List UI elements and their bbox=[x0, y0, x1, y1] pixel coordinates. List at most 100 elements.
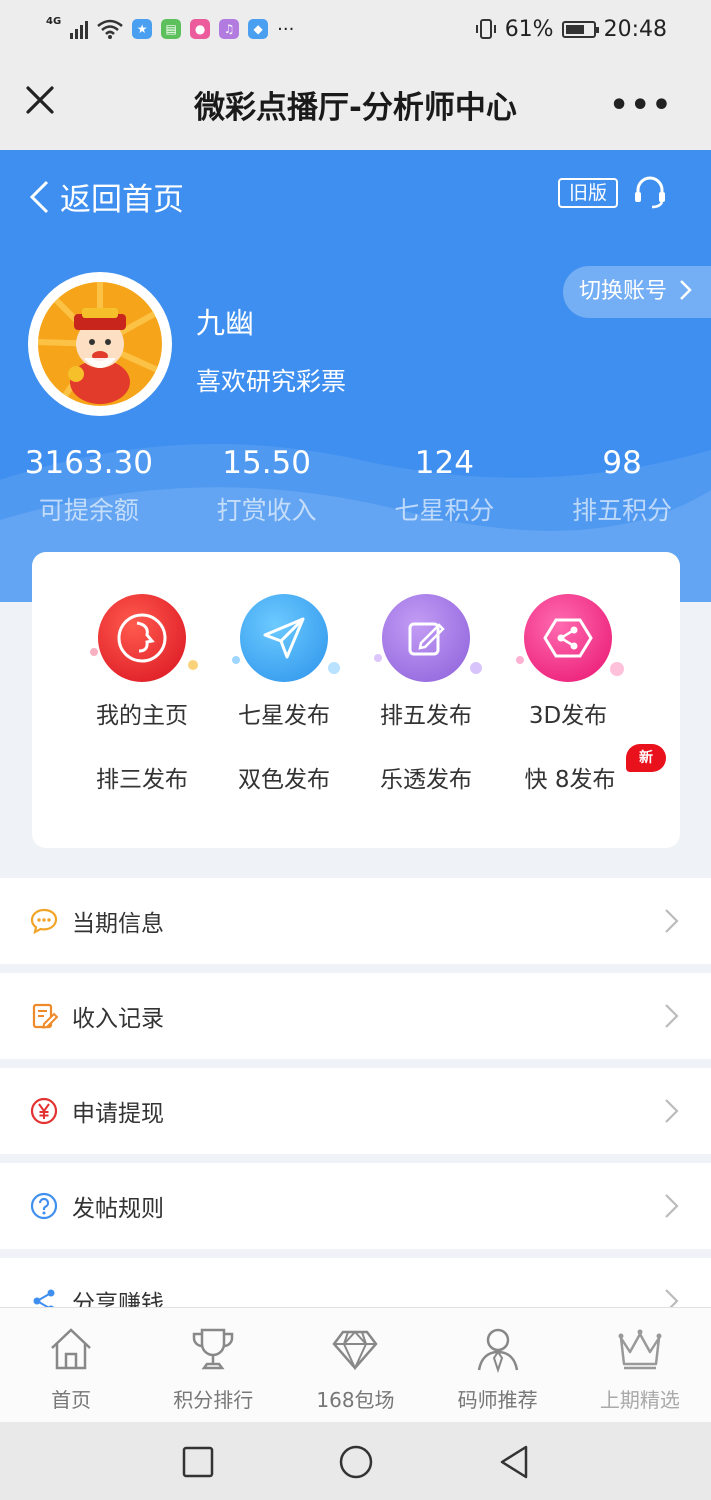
home-icon bbox=[51, 1328, 91, 1370]
tab-label: 168包场 bbox=[316, 1388, 395, 1412]
tab-168-package[interactable]: 168包场 bbox=[284, 1308, 426, 1422]
menu-label: 当期信息 bbox=[72, 911, 164, 937]
menu-label: 发帖规则 bbox=[72, 1196, 164, 1222]
network-type: 4G bbox=[46, 16, 62, 27]
3d-publish-button[interactable]: 3D发布 bbox=[498, 594, 638, 730]
status-bar: 4G ★ ▤ ● ♫ ◆ ··· 61% 20:48 bbox=[0, 0, 711, 58]
app-notification-icon: ● bbox=[190, 19, 211, 39]
person-icon bbox=[477, 1328, 518, 1374]
title-bar: 微彩点播厅-分析师中心 ••• bbox=[0, 58, 711, 150]
function-grid-card: 我的主页 七星发布 排五发布 3D发布 排三发布 双色发布 乐透发布 快 8发布 bbox=[32, 552, 680, 848]
letou-publish-button[interactable]: 乐透发布 bbox=[356, 760, 496, 794]
kuai8-publish-button[interactable]: 快 8发布 bbox=[500, 760, 640, 794]
trophy-icon bbox=[193, 1328, 234, 1370]
posting-rules-row[interactable]: 发帖规则 bbox=[0, 1163, 711, 1249]
crown-icon bbox=[618, 1329, 662, 1370]
system-navigation-bar bbox=[0, 1422, 711, 1500]
tab-points-ranking[interactable]: 积分排行 bbox=[142, 1308, 284, 1422]
grid-label: 我的主页 bbox=[96, 703, 188, 729]
tab-last-picks[interactable]: 上期精选 bbox=[569, 1308, 711, 1422]
clock: 20:48 bbox=[603, 16, 667, 42]
chevron-right-icon bbox=[680, 280, 692, 300]
app-notification-icon: ◆ bbox=[248, 19, 269, 39]
back-label: 返回首页 bbox=[60, 182, 184, 218]
fortune-god-icon bbox=[38, 282, 162, 406]
menu-label: 申请提现 bbox=[72, 1101, 164, 1127]
stats-row: 3163.30 可提余额 15.50 打赏收入 124 七星积分 98 排五积分 bbox=[0, 445, 711, 527]
stat-value: 15.50 bbox=[222, 445, 311, 481]
back-button[interactable] bbox=[498, 1444, 530, 1480]
stat-label: 七星积分 bbox=[394, 496, 495, 525]
shuangse-publish-button[interactable]: 双色发布 bbox=[214, 760, 354, 794]
stat-qixing-points[interactable]: 124 七星积分 bbox=[356, 445, 534, 527]
question-icon bbox=[30, 1192, 58, 1220]
tab-label: 上期精选 bbox=[599, 1388, 680, 1412]
chevron-right-icon bbox=[665, 909, 679, 933]
bottom-tab-bar: 首页 积分排行 168包场 码师推荐 上期精选 bbox=[0, 1307, 711, 1422]
close-icon[interactable] bbox=[22, 82, 58, 118]
grid-label: 七星发布 bbox=[238, 703, 330, 729]
tab-master-recommend[interactable]: 码师推荐 bbox=[427, 1308, 569, 1422]
home-button[interactable] bbox=[339, 1445, 373, 1479]
face-icon bbox=[90, 594, 198, 682]
grid-label: 排五发布 bbox=[380, 703, 472, 729]
stat-label: 打赏收入 bbox=[216, 496, 317, 525]
stat-paiwu-points[interactable]: 98 排五积分 bbox=[533, 445, 711, 527]
pai3-publish-button[interactable]: 排三发布 bbox=[72, 760, 212, 794]
avatar[interactable] bbox=[28, 272, 172, 416]
menu-label: 收入记录 bbox=[72, 1006, 164, 1032]
chat-bubble-icon bbox=[30, 907, 58, 935]
stat-label: 排五积分 bbox=[572, 496, 673, 525]
diamond-icon bbox=[332, 1330, 379, 1371]
chevron-right-icon bbox=[665, 1099, 679, 1123]
stat-value: 98 bbox=[602, 445, 642, 481]
tab-label: 码师推荐 bbox=[457, 1388, 538, 1412]
yuan-icon bbox=[30, 1097, 58, 1125]
chevron-left-icon bbox=[29, 180, 49, 213]
recent-apps-button[interactable] bbox=[182, 1446, 214, 1478]
battery-icon bbox=[561, 20, 599, 38]
tab-label: 积分排行 bbox=[173, 1388, 254, 1412]
user-signature: 喜欢研究彩票 bbox=[196, 367, 347, 396]
new-badge: 新 bbox=[626, 744, 666, 772]
old-version-button[interactable]: 旧版 bbox=[558, 178, 618, 208]
switch-account-button[interactable]: 切换账号 bbox=[563, 266, 711, 318]
chevron-right-icon bbox=[665, 1004, 679, 1028]
more-menu-button[interactable]: ••• bbox=[609, 88, 673, 123]
grid-label: 3D发布 bbox=[528, 703, 608, 729]
qixing-publish-button[interactable]: 七星发布 bbox=[214, 594, 354, 730]
page-title: 微彩点播厅-分析师中心 bbox=[194, 89, 517, 126]
income-records-row[interactable]: 收入记录 bbox=[0, 973, 711, 1059]
tab-home[interactable]: 首页 bbox=[0, 1308, 142, 1422]
music-icon: ♫ bbox=[219, 19, 240, 39]
vibrate-icon bbox=[475, 19, 496, 39]
edit-icon bbox=[374, 594, 482, 682]
chevron-right-icon bbox=[665, 1194, 679, 1218]
profile-header: 返回首页 旧版 切换账号 九幽 喜欢研究彩票 3163.30 可提余额 15.5… bbox=[0, 150, 711, 602]
stat-tip-income[interactable]: 15.50 打赏收入 bbox=[178, 445, 356, 527]
status-left: 4G ★ ▤ ● ♫ ◆ ··· bbox=[46, 16, 295, 40]
note-edit-icon bbox=[30, 1002, 58, 1030]
stat-withdrawable-balance[interactable]: 3163.30 可提余额 bbox=[0, 445, 178, 527]
tab-label: 首页 bbox=[51, 1388, 92, 1412]
app-notification-icon: ★ bbox=[132, 19, 153, 39]
more-notifications-icon: ··· bbox=[277, 18, 295, 40]
current-issue-info-row[interactable]: 当期信息 bbox=[0, 878, 711, 964]
headset-icon[interactable] bbox=[632, 174, 668, 210]
user-name: 九幽 bbox=[196, 306, 255, 340]
avatar-image bbox=[38, 282, 162, 406]
back-to-home-button[interactable]: 返回首页 bbox=[28, 174, 184, 219]
stat-value: 3163.30 bbox=[24, 445, 153, 481]
paper-plane-icon bbox=[232, 594, 340, 682]
share-hexagon-icon bbox=[516, 594, 624, 682]
signal-icon bbox=[70, 19, 89, 39]
my-homepage-button[interactable]: 我的主页 bbox=[72, 594, 212, 730]
apply-withdrawal-row[interactable]: 申请提现 bbox=[0, 1068, 711, 1154]
switch-account-label: 切换账号 bbox=[579, 279, 668, 304]
stat-label: 可提余额 bbox=[38, 496, 139, 525]
wifi-icon bbox=[97, 19, 123, 39]
app-notification-icon: ▤ bbox=[161, 19, 182, 39]
status-right: 61% 20:48 bbox=[475, 17, 667, 42]
paiwu-publish-button[interactable]: 排五发布 bbox=[356, 594, 496, 730]
stat-value: 124 bbox=[414, 445, 474, 481]
